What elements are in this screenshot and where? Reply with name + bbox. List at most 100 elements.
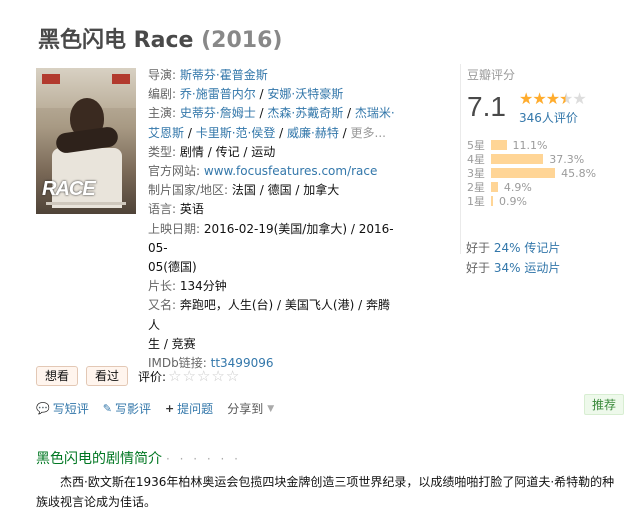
genre-row: 类型: 剧情 / 传记 / 运动 (148, 144, 276, 159)
movie-name: 黑色闪电 Race (38, 28, 194, 53)
movie-poster[interactable]: RACE (36, 68, 136, 214)
poster-logo: RACE (42, 178, 96, 200)
watched-button[interactable]: 看过 (86, 366, 129, 386)
aka-label: 又名: (148, 298, 177, 313)
speech-bubble-icon: 💬 (36, 402, 50, 415)
recommend-button[interactable]: 推荐 (584, 394, 625, 415)
share-to-link[interactable]: 分享到 ▼ (227, 400, 274, 417)
genre-label: 类型: (148, 144, 177, 159)
writer-link[interactable]: 乔·施雷普内尔 (180, 87, 256, 101)
better-than-category: 传记片 (524, 241, 561, 255)
aka-value-cont: 生 / 竞赛 (148, 336, 196, 351)
rate-label: 评价: (138, 369, 167, 384)
ask-question-link[interactable]: + 提问题 (165, 400, 213, 417)
cast-link[interactable]: 卡里斯·范·侯登 (196, 126, 276, 140)
star-half-icon: ★ (559, 89, 573, 108)
poster-flag-right (112, 74, 130, 84)
rating-votes-link[interactable]: 346人评价 (519, 109, 578, 126)
website-link[interactable]: www.focusfeatures.com/race (204, 164, 378, 178)
better-than-link[interactable]: 34% 运动片 (494, 261, 561, 275)
rating-bar-percent: 0.9% (499, 194, 527, 208)
better-than: 好于 24% 传记片 好于 34% 运动片 (466, 238, 560, 278)
better-than-item: 好于 24% 传记片 (466, 238, 560, 258)
better-than-prefix: 好于 (466, 241, 494, 255)
website-row: 官方网站: www.focusfeatures.com/race (148, 162, 400, 181)
poster-flag-left (42, 74, 60, 84)
language-label: 语言: (148, 202, 177, 217)
cast-link[interactable]: 杰森·苏戴奇斯 (267, 106, 343, 120)
language-value: 英语 (179, 202, 204, 217)
movie-year: (2016) (201, 28, 283, 53)
better-than-pct: 34% (493, 261, 521, 275)
runtime-row: 片长: 134分钟 (148, 277, 400, 296)
release-label: 上映日期: (148, 221, 201, 236)
rating-bar-row: 2星 4.9% (467, 180, 596, 195)
cast-link[interactable]: 史蒂芬·詹姆士 (180, 106, 256, 120)
write-review-link[interactable]: ✎ 写影评 (103, 400, 151, 417)
rating-bar-fill (491, 182, 498, 192)
summary-text: 杰西·欧文斯在1936年柏林奥运会包揽四块金牌创造三项世界纪录，以成绩啪啪打脸了… (36, 475, 615, 509)
rating-score: 7.1 (467, 91, 506, 122)
genre-value: 运动 (251, 144, 276, 159)
genre-value: 传记 (215, 144, 240, 159)
rating-bar-fill (491, 154, 544, 164)
movie-title: 黑色闪电 Race (2016) (38, 22, 282, 54)
write-short-review-label[interactable]: 写短评 (53, 400, 89, 417)
release-row: 上映日期: 2016-02-19(美国/加拿大) / 2016-05- 05(德… (148, 221, 394, 275)
better-than-item: 好于 34% 运动片 (466, 258, 560, 278)
write-review-label[interactable]: 写影评 (115, 400, 151, 417)
rating-bar-row: 5星 11.1% (467, 138, 596, 153)
write-short-review-link[interactable]: 💬 写短评 (36, 400, 89, 417)
writer-link[interactable]: 安娜·沃特豪斯 (267, 87, 343, 101)
cast-more-link[interactable]: 更多... (351, 126, 386, 140)
aka-value: 奔跑吧，人生(台) / 美国飞人(港) / 奔腾人 (148, 298, 390, 332)
better-than-category: 运动片 (524, 261, 561, 275)
plus-icon: + (164, 402, 175, 415)
cast-link[interactable]: 威廉·赫特 (287, 126, 339, 140)
director-row: 导演: 斯蒂芬·霍普金斯 (148, 66, 400, 85)
writer-row: 编剧: 乔·施雷普内尔 / 安娜·沃特豪斯 (148, 87, 344, 102)
country-row: 制片国家/地区: 法国 / 德国 / 加拿大 (148, 181, 400, 200)
rate-stars-icon[interactable]: ☆☆☆☆☆ (168, 367, 240, 385)
genre-value: 剧情 (179, 144, 204, 159)
better-than-link[interactable]: 24% 传记片 (494, 241, 561, 255)
release-value-cont: 05(德国) (148, 260, 197, 275)
pencil-icon: ✎ (102, 402, 112, 415)
rating-panel: 豆瓣评分 7.1 ★★★★★ 346人评价 5星 11.1% 4星 37.3% 3星 45… (460, 64, 610, 254)
summary-title-text: 黑色闪电的剧情简介 (36, 451, 162, 467)
share-to-label[interactable]: 分享到 (227, 400, 263, 417)
poster-tagline (46, 202, 126, 205)
better-than-pct: 24% (493, 241, 521, 255)
summary-title: 黑色闪电的剧情简介 · · · · · · (36, 448, 241, 468)
star-empty-icon: ★ (572, 89, 586, 108)
rating-bar-percent: 45.8% (561, 166, 597, 180)
writer-label: 编剧: (148, 87, 177, 102)
star-full-icon: ★★★ (519, 89, 560, 108)
rating-bar-fill (491, 196, 493, 206)
action-bar: 想看 看过 评价: ☆☆☆☆☆ (36, 366, 240, 386)
rating-label: 豆瓣评分 (467, 68, 516, 82)
director-link[interactable]: 斯蒂芬·霍普金斯 (180, 68, 268, 82)
language-row: 语言: 英语 (148, 200, 400, 219)
rating-bar-label: 1星 (467, 195, 485, 208)
ask-question-label[interactable]: 提问题 (177, 400, 213, 417)
aka-row: 又名: 奔跑吧，人生(台) / 美国飞人(港) / 奔腾人 生 / 竞赛 (148, 296, 400, 354)
want-to-watch-button[interactable]: 想看 (36, 366, 79, 386)
runtime-value: 134分钟 (179, 279, 227, 294)
rating-bar-row: 3星 45.8% (467, 166, 597, 181)
movie-info: 导演: 斯蒂芬·霍普金斯 编剧: 乔·施雷普内尔 / 安娜·沃特豪斯 主演: 史… (148, 66, 400, 373)
rating-bar-fill (491, 168, 556, 178)
country-value: 法国 / 德国 / 加拿大 (231, 183, 340, 198)
cast-label: 主演: (148, 106, 177, 121)
cast-row: 主演: 史蒂芬·詹姆士 / 杰森·苏戴奇斯 / 杰瑞米·艾恩斯 / 卡里斯·范·… (148, 106, 395, 140)
better-than-prefix: 好于 (466, 261, 494, 275)
rating-bar-row: 1星 0.9% (467, 194, 596, 209)
rating-distribution: 5星 11.1% 4星 37.3% 3星 45.8% 2星 4.9% 1星 0.9% (467, 138, 597, 209)
rating-bar-row: 4星 37.3% (467, 152, 596, 167)
director-label: 导演: (148, 68, 177, 82)
rating-bar-percent: 4.9% (503, 180, 532, 194)
rating-bar-fill (491, 140, 507, 150)
rating-bar-percent: 37.3% (549, 152, 585, 166)
website-label: 官方网站: (148, 164, 201, 179)
runtime-label: 片长: (148, 279, 177, 294)
